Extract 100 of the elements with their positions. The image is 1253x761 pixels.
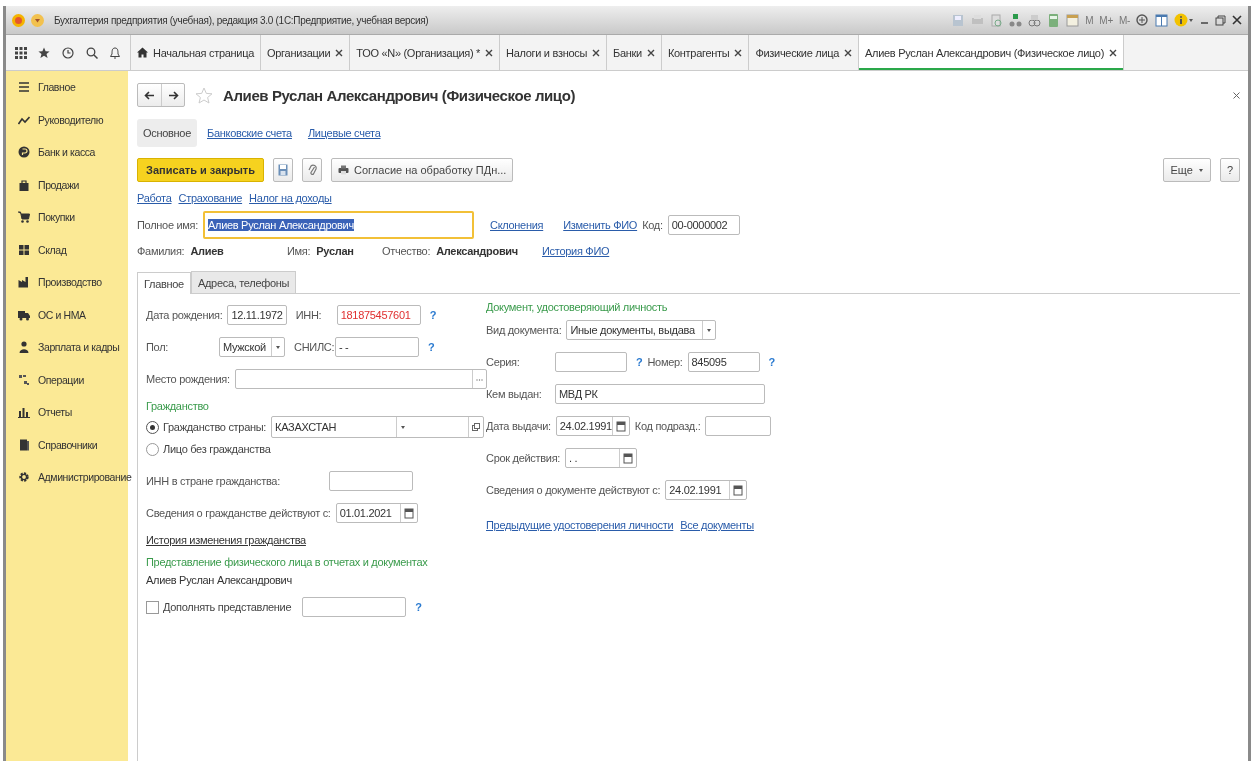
help-link[interactable]: ? bbox=[429, 309, 437, 321]
full-name-field[interactable]: Алиев Руслан Александрович bbox=[203, 211, 474, 239]
close-icon[interactable] bbox=[1232, 15, 1242, 25]
series-field[interactable] bbox=[555, 352, 627, 372]
nav-tab[interactable]: ТОО «N» (Организация) * bbox=[350, 35, 501, 70]
code-field[interactable]: 00-0000002 bbox=[667, 215, 740, 235]
sidebar-item[interactable]: Банк и касса bbox=[6, 146, 128, 179]
caret-icon[interactable] bbox=[275, 344, 281, 350]
number-field[interactable]: 845095 bbox=[687, 352, 760, 372]
date-field[interactable]: 01.01.2021 bbox=[335, 503, 418, 523]
sidebar-item[interactable]: ОС и НМА bbox=[6, 308, 128, 341]
apps-grid-icon[interactable] bbox=[14, 46, 27, 59]
save-close-button[interactable]: Записать и закрыть bbox=[137, 158, 265, 182]
attach-button[interactable] bbox=[302, 158, 323, 182]
link[interactable]: История изменения гражданства bbox=[146, 534, 476, 546]
calendar-icon[interactable] bbox=[733, 484, 744, 496]
link[interactable]: Изменить ФИО bbox=[563, 219, 638, 231]
calendar-icon[interactable] bbox=[623, 452, 634, 464]
sidebar-item[interactable]: Продажи bbox=[6, 178, 128, 211]
link[interactable]: Страхование bbox=[178, 192, 243, 204]
close-icon[interactable] bbox=[335, 48, 344, 57]
link[interactable]: Все документы bbox=[680, 519, 754, 531]
date-field[interactable]: . . bbox=[565, 448, 638, 468]
section-tab[interactable]: Банковские счета bbox=[201, 118, 298, 147]
radio-button[interactable]: Гражданство страны: bbox=[146, 420, 267, 434]
close-icon[interactable] bbox=[592, 48, 601, 57]
sidebar-item[interactable]: Склад bbox=[6, 243, 128, 276]
more-button[interactable]: Еще bbox=[1163, 158, 1211, 182]
sidebar-item[interactable]: Отчеты bbox=[6, 406, 128, 439]
tab[interactable]: Адреса, телефоны bbox=[190, 271, 297, 293]
info-icon[interactable] bbox=[1174, 13, 1194, 27]
section-tab[interactable]: Основное bbox=[137, 118, 197, 147]
snils-field[interactable]: - - bbox=[335, 337, 419, 357]
close-icon[interactable] bbox=[1109, 48, 1118, 57]
search-icon[interactable] bbox=[85, 46, 98, 59]
help-button[interactable]: ? bbox=[1219, 158, 1240, 182]
help-link[interactable]: ? bbox=[768, 356, 775, 368]
nav-tab[interactable]: Организации bbox=[261, 35, 351, 70]
sidebar-item[interactable]: Операции bbox=[6, 373, 128, 406]
close-icon[interactable] bbox=[1233, 91, 1240, 99]
foreign-inn-field[interactable] bbox=[328, 471, 413, 491]
nav-tab[interactable]: Контрагенты bbox=[661, 35, 750, 70]
section-tab[interactable]: Лицевые счета bbox=[301, 118, 387, 147]
link[interactable]: История ФИО bbox=[542, 245, 610, 257]
history-icon[interactable] bbox=[62, 46, 74, 59]
help-link[interactable]: ? bbox=[415, 601, 422, 613]
sidebar-item[interactable]: Производство bbox=[6, 276, 128, 309]
nav-tab[interactable]: Начальная страница bbox=[131, 35, 262, 70]
sidebar-item[interactable]: Руководителю bbox=[6, 113, 128, 146]
sidebar-item[interactable]: Справочники bbox=[6, 438, 128, 471]
date-field[interactable]: 24.02.1991 bbox=[665, 480, 748, 500]
country-select[interactable]: КАЗАХСТАН bbox=[271, 416, 485, 438]
restore-icon[interactable] bbox=[1215, 14, 1226, 26]
open-icon[interactable] bbox=[472, 423, 481, 431]
star-icon[interactable] bbox=[195, 86, 213, 104]
date-field[interactable]: 12.11.1972 bbox=[227, 305, 287, 325]
zoom-icon[interactable] bbox=[1136, 13, 1149, 27]
date-field[interactable]: 24.02.1991 bbox=[555, 416, 630, 436]
radio-icon[interactable] bbox=[146, 442, 159, 456]
close-icon[interactable] bbox=[734, 48, 743, 57]
field-value: Алиев bbox=[190, 245, 224, 257]
sidebar-item[interactable]: Главное bbox=[6, 81, 128, 114]
panel-icon[interactable] bbox=[1155, 13, 1168, 27]
close-icon[interactable] bbox=[646, 48, 655, 57]
save-button[interactable] bbox=[273, 158, 294, 182]
nav-tab[interactable]: Банки bbox=[607, 35, 662, 70]
nav-tab[interactable]: Алиев Руслан Александрович (Физическое лицо) bbox=[859, 35, 1125, 70]
checkbox[interactable]: Дополнять представление bbox=[146, 600, 292, 614]
close-icon[interactable] bbox=[844, 48, 853, 57]
caret-icon[interactable] bbox=[706, 327, 713, 333]
help-link[interactable]: ? bbox=[636, 356, 643, 368]
sidebar-item[interactable]: Покупки bbox=[6, 211, 128, 244]
sidebar-item[interactable]: Зарплата и кадры bbox=[6, 341, 128, 374]
issued-by-field[interactable]: МВД РК bbox=[555, 384, 765, 404]
inn-field[interactable]: 181875457601 bbox=[336, 305, 421, 325]
birth-place-field[interactable] bbox=[234, 369, 487, 389]
radio-button[interactable]: Лицо без гражданства bbox=[146, 442, 271, 456]
link[interactable]: Предыдущие удостоверения личности bbox=[486, 519, 674, 531]
dept-code-field[interactable] bbox=[705, 416, 772, 436]
help-link[interactable]: ? bbox=[428, 341, 435, 353]
consent-button[interactable]: Согласие на обработку ПДн... bbox=[331, 158, 514, 182]
radio-icon[interactable] bbox=[146, 420, 159, 434]
link[interactable]: Налог на доходы bbox=[249, 192, 332, 204]
calendar-icon[interactable] bbox=[615, 420, 626, 432]
field-label: Имя: bbox=[287, 245, 311, 257]
bell-icon[interactable] bbox=[109, 46, 122, 59]
nav-tab[interactable]: Налоги и взносы bbox=[500, 35, 608, 70]
tab[interactable]: Главное bbox=[137, 272, 191, 294]
calendar-icon[interactable] bbox=[403, 507, 414, 519]
menu-icon[interactable] bbox=[31, 13, 44, 27]
gender-select[interactable]: Мужской bbox=[219, 337, 285, 357]
caret-icon[interactable] bbox=[399, 424, 406, 430]
star-icon[interactable] bbox=[38, 46, 51, 59]
representation-field[interactable] bbox=[302, 597, 407, 617]
memory-button[interactable]: M- bbox=[1118, 14, 1130, 26]
logo-icon[interactable] bbox=[12, 13, 25, 27]
close-icon[interactable] bbox=[485, 48, 494, 57]
link[interactable]: Работа bbox=[137, 192, 172, 204]
link[interactable]: Склонения bbox=[490, 219, 544, 231]
document-type-select[interactable]: Иные документы, выдава bbox=[566, 320, 717, 340]
